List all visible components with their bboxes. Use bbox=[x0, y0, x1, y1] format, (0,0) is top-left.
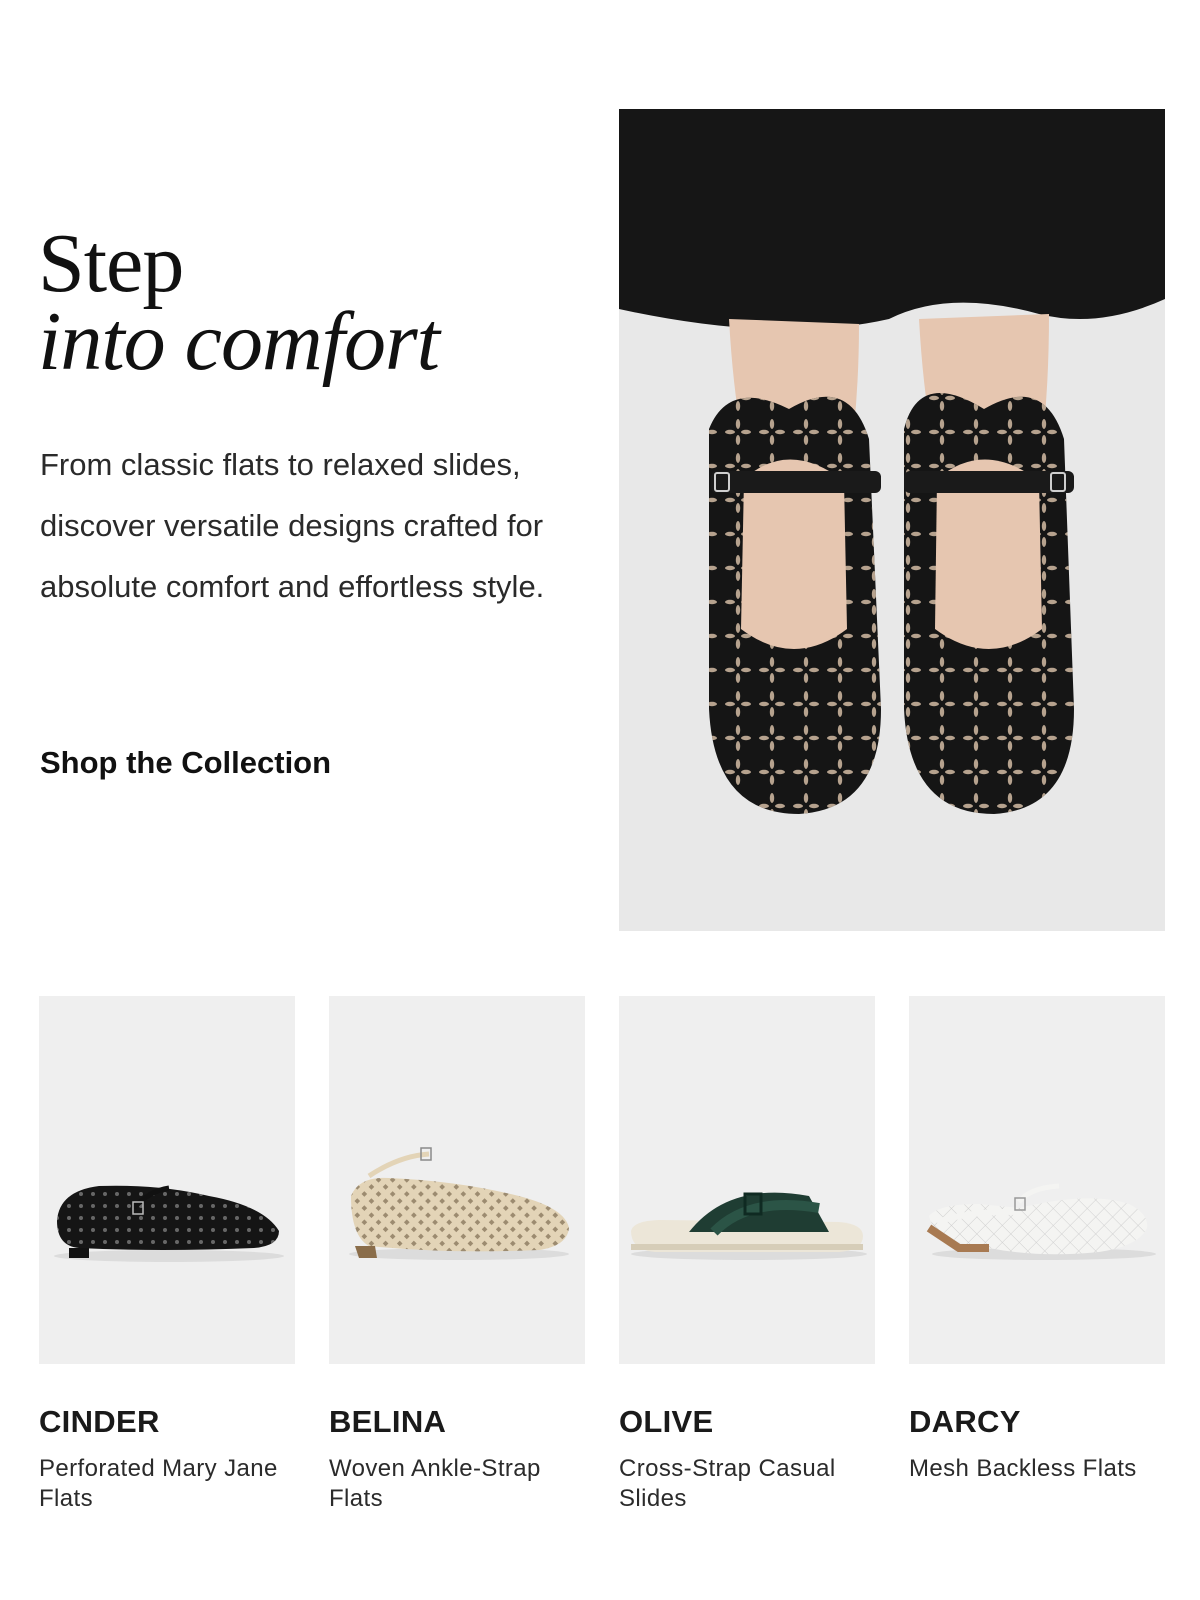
hero-image bbox=[619, 109, 1165, 931]
product-grid: CINDER Perforated Mary Jane Flats BELINA… bbox=[39, 996, 1165, 1556]
product-image[interactable] bbox=[329, 996, 585, 1364]
product-description: Woven Ankle-Strap Flats bbox=[329, 1455, 541, 1512]
product-card-darcy[interactable]: DARCY Mesh Backless Flats bbox=[909, 996, 1165, 1484]
product-description: Cross-Strap Casual Slides bbox=[619, 1455, 836, 1512]
product-name[interactable]: DARCY bbox=[909, 1404, 1165, 1440]
product-name[interactable]: BELINA bbox=[329, 1404, 585, 1440]
product-description: Mesh Backless Flats bbox=[909, 1455, 1137, 1482]
product-name[interactable]: OLIVE bbox=[619, 1404, 875, 1440]
product-description: Perforated Mary Jane Flats bbox=[39, 1455, 278, 1512]
hero-title-line1: Step bbox=[38, 217, 184, 310]
hero-title: Step into comfort bbox=[38, 222, 598, 384]
hero-title-line2: into comfort bbox=[38, 295, 440, 388]
product-card-cinder[interactable]: CINDER Perforated Mary Jane Flats bbox=[39, 996, 295, 1514]
product-name[interactable]: CINDER bbox=[39, 1404, 295, 1440]
hero-description: From classic flats to relaxed slides, di… bbox=[40, 447, 545, 604]
product-card-belina[interactable]: BELINA Woven Ankle-Strap Flats bbox=[329, 996, 585, 1514]
product-card-olive[interactable]: OLIVE Cross-Strap Casual Slides bbox=[619, 996, 875, 1514]
product-image[interactable] bbox=[39, 996, 295, 1364]
product-image[interactable] bbox=[619, 996, 875, 1364]
shop-collection-link[interactable]: Shop the Collection bbox=[40, 745, 331, 781]
product-image[interactable] bbox=[909, 996, 1165, 1364]
